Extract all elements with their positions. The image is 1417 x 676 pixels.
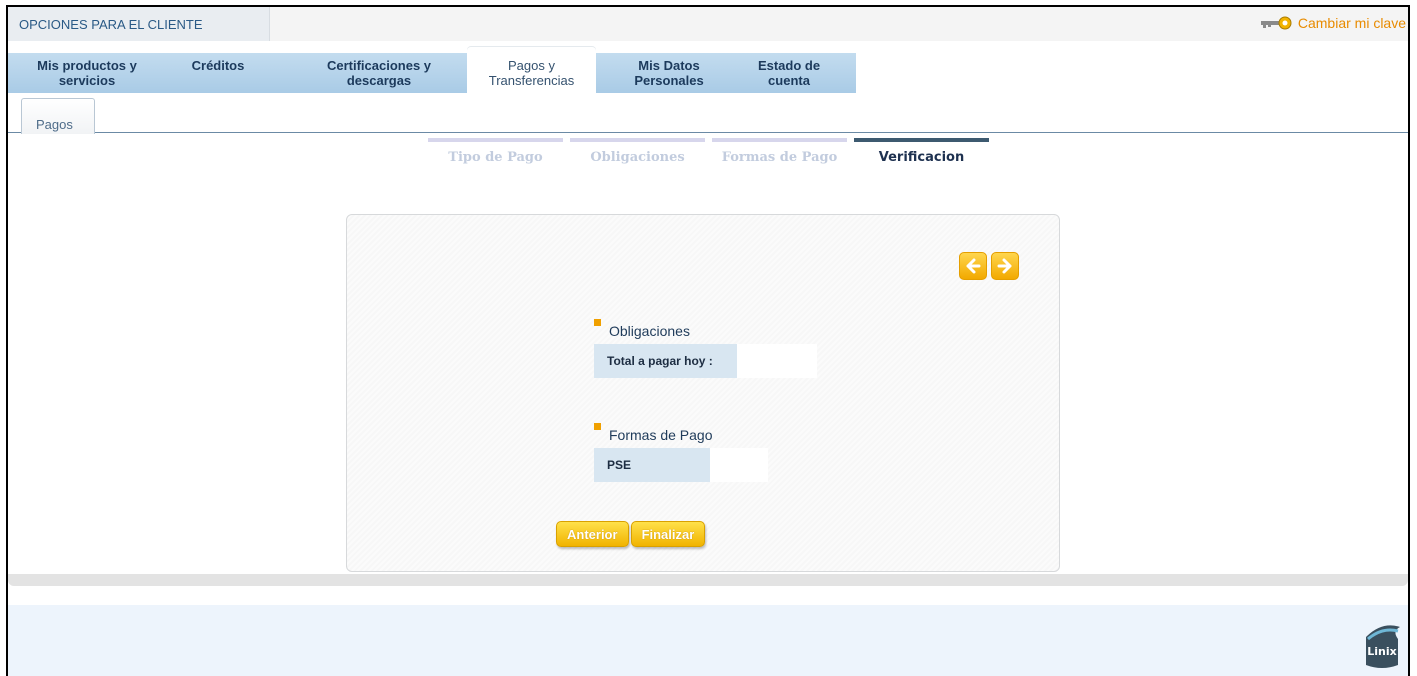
previous-arrow-button[interactable] (959, 252, 987, 280)
top-bar: OPCIONES PARA EL CLIENTE Cambiar mi clav… (8, 7, 1408, 41)
nav-tab-certifications-line1: Certificaciones y (326, 58, 432, 73)
nav-tab-payments-line1: Pagos y (508, 58, 555, 73)
client-options-tab[interactable]: OPCIONES PARA EL CLIENTE (8, 7, 270, 41)
nav-tab-certifications[interactable]: Certificaciones y descargas (304, 53, 454, 93)
payment-methods-title-text: Formas de Pago (609, 427, 713, 443)
content-bottom-band (8, 574, 1408, 586)
obligations-section-title: Obligaciones (594, 319, 690, 339)
nav-tab-products-line1: Mis productos y (37, 58, 137, 73)
nav-tab-credits-line1: Créditos (191, 58, 245, 73)
nav-tab-certifications-line2: descargas (346, 73, 412, 88)
wizard-steps: Tipo de Pago Obligaciones Formas de Pago… (428, 138, 998, 172)
nav-tab-products[interactable]: Mis productos y servicios (22, 53, 152, 93)
finish-button[interactable]: Finalizar (630, 521, 706, 547)
arrow-left-icon (966, 258, 981, 274)
linix-logo: Linix (1362, 619, 1402, 671)
payment-methods-section-title: Formas de Pago (594, 423, 713, 443)
client-options-label: OPCIONES PARA EL CLIENTE (19, 17, 203, 32)
total-to-pay-label: Total a pagar hoy : (594, 344, 737, 378)
change-password-link[interactable]: Cambiar mi clave (1260, 15, 1406, 31)
key-icon (1260, 16, 1294, 30)
logo-text: Linix (1367, 645, 1396, 658)
sub-tab-payments-label: Pagos (36, 117, 73, 132)
next-arrow-button[interactable] (991, 252, 1019, 280)
nav-tab-personal-data[interactable]: Mis Datos Personales (614, 53, 724, 93)
action-buttons: Anterior Finalizar (556, 521, 706, 547)
nav-tab-account-statement[interactable]: Estado de cuenta (734, 53, 844, 93)
app-frame: OPCIONES PARA EL CLIENTE Cambiar mi clav… (6, 5, 1410, 676)
payment-method-row: PSE (594, 448, 768, 482)
obligations-title-text: Obligaciones (609, 323, 690, 339)
nav-tab-payments-line2: Transferencias (488, 73, 575, 88)
arrow-right-icon (997, 258, 1012, 274)
nav-tab-payments[interactable]: Pagos y Transferencias (467, 47, 596, 93)
step-verification: Verificacion (854, 138, 989, 172)
change-password-text: Cambiar mi clave (1297, 15, 1406, 31)
nav-tab-account-statement-line1: Estado de (757, 58, 821, 73)
total-to-pay-value (737, 344, 817, 378)
step-payment-type: Tipo de Pago (428, 138, 563, 172)
nav-tab-products-line2: servicios (58, 73, 116, 88)
step-obligations: Obligaciones (570, 138, 705, 172)
sub-tab-payments[interactable]: Pagos (21, 98, 95, 134)
bullet-icon (594, 423, 601, 430)
nav-tab-personal-data-line2: Personales (634, 73, 704, 88)
nav-tab-credits[interactable]: Créditos (168, 53, 268, 93)
payment-method-label: PSE (594, 448, 710, 482)
bullet-icon (594, 319, 601, 326)
nav-tab-personal-data-line1: Mis Datos (638, 58, 700, 73)
main-nav: Mis productos y servicios Créditos Certif… (8, 45, 1408, 93)
footer: Linix (8, 605, 1408, 676)
payment-method-value (710, 448, 768, 482)
sub-tab-row: Pagos (8, 93, 1408, 134)
verification-panel: Obligaciones Total a pagar hoy : Formas … (346, 214, 1060, 572)
step-payment-methods: Formas de Pago (712, 138, 847, 172)
previous-button[interactable]: Anterior (556, 521, 629, 547)
total-to-pay-row: Total a pagar hoy : (594, 344, 817, 378)
nav-tab-account-statement-line2: cuenta (768, 73, 810, 88)
